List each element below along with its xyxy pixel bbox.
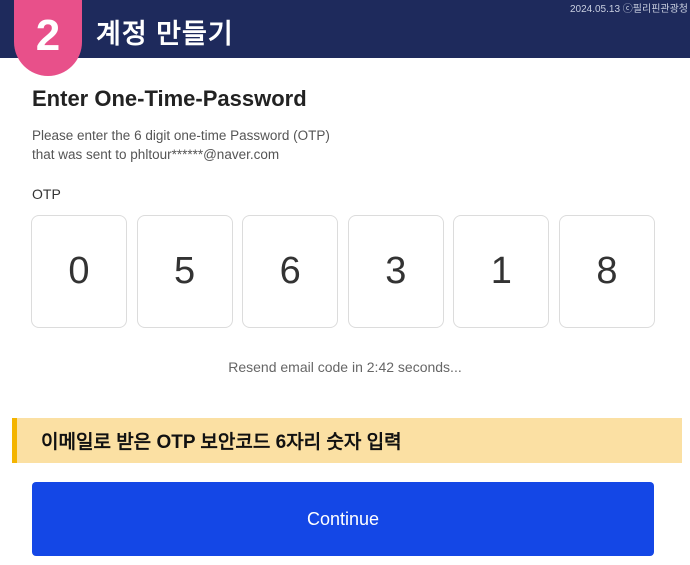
step-number: 2 bbox=[35, 11, 61, 60]
step-badge: 2 bbox=[14, 0, 82, 76]
continue-button[interactable]: Continue bbox=[32, 482, 654, 556]
otp-label: OTP bbox=[32, 186, 61, 202]
banner-title: 계정 만들기 bbox=[96, 19, 234, 49]
page-title: Enter One-Time-Password bbox=[32, 86, 307, 111]
instruction-line-2: that was sent to phltour******@naver.com bbox=[32, 147, 280, 162]
otp-digit-6[interactable]: 8 bbox=[558, 215, 655, 328]
otp-input-row: 0 5 6 3 1 8 bbox=[31, 215, 655, 330]
tutorial-caption: 이메일로 받은 OTP 보안코드 6자리 숫자 입력 bbox=[12, 418, 682, 463]
banner-stamp: 2024.05.13 ⓒ필리핀관광청 bbox=[569, 4, 688, 15]
otp-digit-5[interactable]: 1 bbox=[453, 215, 550, 328]
otp-digit-1[interactable]: 0 bbox=[31, 215, 127, 328]
otp-digit-4[interactable]: 3 bbox=[347, 215, 444, 328]
top-banner: 2 계정 만들기 2024.05.13 ⓒ필리핀관광청 bbox=[0, 0, 690, 76]
otp-instructions: Please enter the 6 digit one-time Passwo… bbox=[32, 126, 330, 164]
instruction-line-1: Please enter the 6 digit one-time Passwo… bbox=[32, 128, 330, 143]
otp-digit-2[interactable]: 5 bbox=[136, 215, 233, 328]
otp-digit-3[interactable]: 6 bbox=[242, 215, 339, 328]
resend-countdown: Resend email code in 2:42 seconds... bbox=[228, 359, 462, 375]
